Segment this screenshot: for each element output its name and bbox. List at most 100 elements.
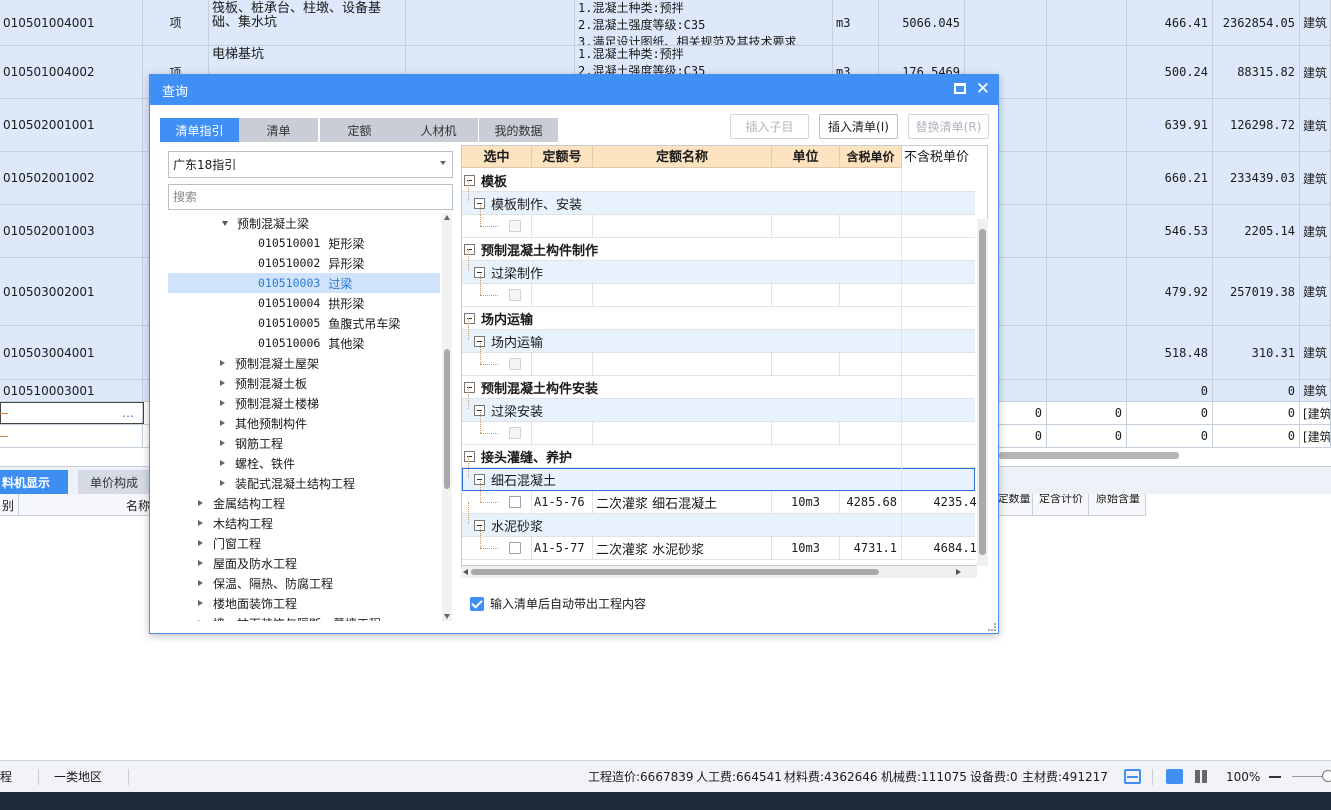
guide-select[interactable]: 广东18指引 <box>168 151 453 178</box>
collapse-icon[interactable] <box>464 381 475 393</box>
select-cell[interactable] <box>462 422 532 444</box>
estimate-row[interactable]: 010501004001 项筏板、桩承台、柱墩、设备基础、集水坑 1.混凝土种类:预… <box>0 0 1331 46</box>
maximize-icon[interactable] <box>954 83 966 94</box>
group-row[interactable]: 场内运输 <box>462 318 975 353</box>
quota-row[interactable] <box>462 274 975 307</box>
close-icon[interactable]: ✕ <box>976 79 990 99</box>
quota-row[interactable] <box>462 343 975 376</box>
grid-scroll-thumb[interactable] <box>979 229 986 555</box>
select-cell[interactable] <box>462 215 532 237</box>
tree-folder-item[interactable]: 预制混凝土楼梯 <box>168 393 440 413</box>
tab-list[interactable]: 清单 <box>239 118 318 142</box>
scroll-right-icon[interactable] <box>956 569 961 575</box>
tree-folder-item[interactable]: 门窗工程 <box>168 533 440 553</box>
collapsed-icon[interactable] <box>198 600 203 606</box>
replace-list-button[interactable]: 替换清单(R) <box>908 114 989 139</box>
collapse-icon[interactable] <box>464 174 475 186</box>
collapse-icon[interactable] <box>464 312 475 324</box>
collapsed-icon[interactable] <box>198 620 203 621</box>
quota-row[interactable] <box>462 412 975 445</box>
tree-folder-item[interactable]: 墙、柱面装饰与隔断、幕墙工程 <box>168 613 440 621</box>
collapsed-icon[interactable] <box>198 560 203 566</box>
collapse-icon[interactable] <box>464 243 475 255</box>
group-row[interactable]: 模板 <box>462 169 975 192</box>
quota-row[interactable]: A1-5-77 二次灌浆 水泥砂浆 10m3 4731.1 4684.18 <box>462 527 984 560</box>
select-cell[interactable] <box>462 491 532 513</box>
collapsed-icon[interactable] <box>220 360 225 366</box>
group-row[interactable]: 模板制作、安装 <box>462 180 975 215</box>
collapsed-icon[interactable] <box>198 580 203 586</box>
select-cell[interactable] <box>462 284 532 306</box>
grid-horizontal-scrollbar[interactable] <box>461 566 977 578</box>
select-cell[interactable] <box>462 537 532 559</box>
tree-folder-item[interactable]: 木结构工程 <box>168 513 440 533</box>
tree-scrollbar[interactable] <box>442 213 452 621</box>
tree-folder-item[interactable]: 预制混凝土板 <box>168 373 440 393</box>
collapsed-icon[interactable] <box>220 380 225 386</box>
auto-content-checkbox[interactable] <box>470 596 484 611</box>
collapse-icon[interactable] <box>464 450 475 462</box>
collapsed-icon[interactable] <box>220 440 225 446</box>
tree-folder-item[interactable]: 楼地面装饰工程 <box>168 593 440 613</box>
quota-row[interactable]: A1-5-76 二次灌浆 细石混凝土 10m3 4285.68 4235.48 <box>462 481 984 514</box>
group-row[interactable]: 接头灌缝、养护 <box>462 445 975 468</box>
quota-row[interactable] <box>462 205 975 238</box>
tree-leaf-item[interactable]: 010510005 鱼腹式吊车梁 <box>168 313 440 333</box>
main-hscroll-thumb[interactable] <box>999 452 1179 459</box>
tree-leaf-item[interactable]: 010510002 异形梁 <box>168 253 440 273</box>
tab-my-data[interactable]: 我的数据 <box>479 118 558 142</box>
select-checkbox[interactable] <box>508 358 521 370</box>
layout-icon[interactable] <box>1124 769 1141 784</box>
search-input[interactable] <box>168 184 453 210</box>
group-row[interactable]: 水泥砂浆 <box>462 502 975 537</box>
tree-folder-item[interactable]: 其他预制构件 <box>168 413 440 433</box>
collapsed-icon[interactable] <box>220 460 225 466</box>
scroll-down-icon[interactable] <box>444 614 450 619</box>
tree-leaf-item[interactable]: 010510004 拱形梁 <box>168 293 440 313</box>
tree-folder-item[interactable]: 保温、隔热、防腐工程 <box>168 573 440 593</box>
tab-labor-material-machine[interactable]: 人材机 <box>399 118 478 142</box>
scroll-left-icon[interactable] <box>463 569 468 575</box>
select-cell[interactable] <box>462 353 532 375</box>
tab-price-composition[interactable]: 单价构成 <box>78 470 150 494</box>
group-row[interactable]: 预制混凝土构件制作 <box>462 238 975 261</box>
grid-hscroll-thumb[interactable] <box>471 569 879 575</box>
grid-vertical-scrollbar[interactable] <box>977 219 988 566</box>
auto-content-option[interactable]: 输入清单后自动带出工程内容 <box>470 595 646 612</box>
tree-folder-item[interactable]: 屋面及防水工程 <box>168 553 440 573</box>
tab-material-display[interactable]: 料机显示 <box>0 470 68 494</box>
group-row[interactable]: 场内运输 <box>462 307 975 330</box>
select-checkbox[interactable] <box>508 220 521 232</box>
select-checkbox[interactable] <box>508 542 521 554</box>
zoom-out-icon[interactable] <box>1269 776 1281 778</box>
insert-list-button[interactable]: 插入清单(I) <box>819 114 898 139</box>
tree-folder-item[interactable]: 预制混凝土屋架 <box>168 353 440 373</box>
group-row[interactable]: 过梁安装 <box>462 387 975 422</box>
tab-list-guide[interactable]: 清单指引 <box>160 118 239 142</box>
scroll-up-icon[interactable] <box>444 215 450 220</box>
group-row[interactable]: 过梁制作 <box>462 249 975 284</box>
collapsed-icon[interactable] <box>198 520 203 526</box>
insert-child-button[interactable]: 插入子目 <box>730 114 809 139</box>
collapsed-icon[interactable] <box>198 540 203 546</box>
group-row[interactable]: 预制混凝土构件安装 <box>462 376 975 399</box>
tab-quota[interactable]: 定额 <box>320 118 399 142</box>
tree-folder-item[interactable]: 装配式混凝土结构工程 <box>168 473 440 493</box>
tree-leaf-item[interactable]: 010510003 过梁 <box>168 273 440 293</box>
resize-grip-icon[interactable] <box>988 623 996 631</box>
split-vertical-icon[interactable] <box>1195 770 1200 783</box>
select-checkbox[interactable] <box>508 427 521 439</box>
group-row[interactable]: 细石混凝土 <box>462 456 975 491</box>
tree-folder-item[interactable]: 预制混凝土梁 <box>168 213 440 233</box>
select-checkbox[interactable] <box>508 496 521 508</box>
tree-leaf-item[interactable]: 010510001 矩形梁 <box>168 233 440 253</box>
tree-scroll-thumb[interactable] <box>444 349 450 489</box>
tree-leaf-item[interactable]: 010510006 其他梁 <box>168 333 440 353</box>
tree-folder-item[interactable]: 钢筋工程 <box>168 433 440 453</box>
tree-folder-item[interactable]: 螺栓、铁件 <box>168 453 440 473</box>
collapsed-icon[interactable] <box>220 400 225 406</box>
tree-folder-item[interactable]: 金属结构工程 <box>168 493 440 513</box>
split-horizontal-icon[interactable] <box>1166 769 1183 784</box>
collapsed-icon[interactable] <box>198 500 203 506</box>
select-checkbox[interactable] <box>508 289 521 301</box>
